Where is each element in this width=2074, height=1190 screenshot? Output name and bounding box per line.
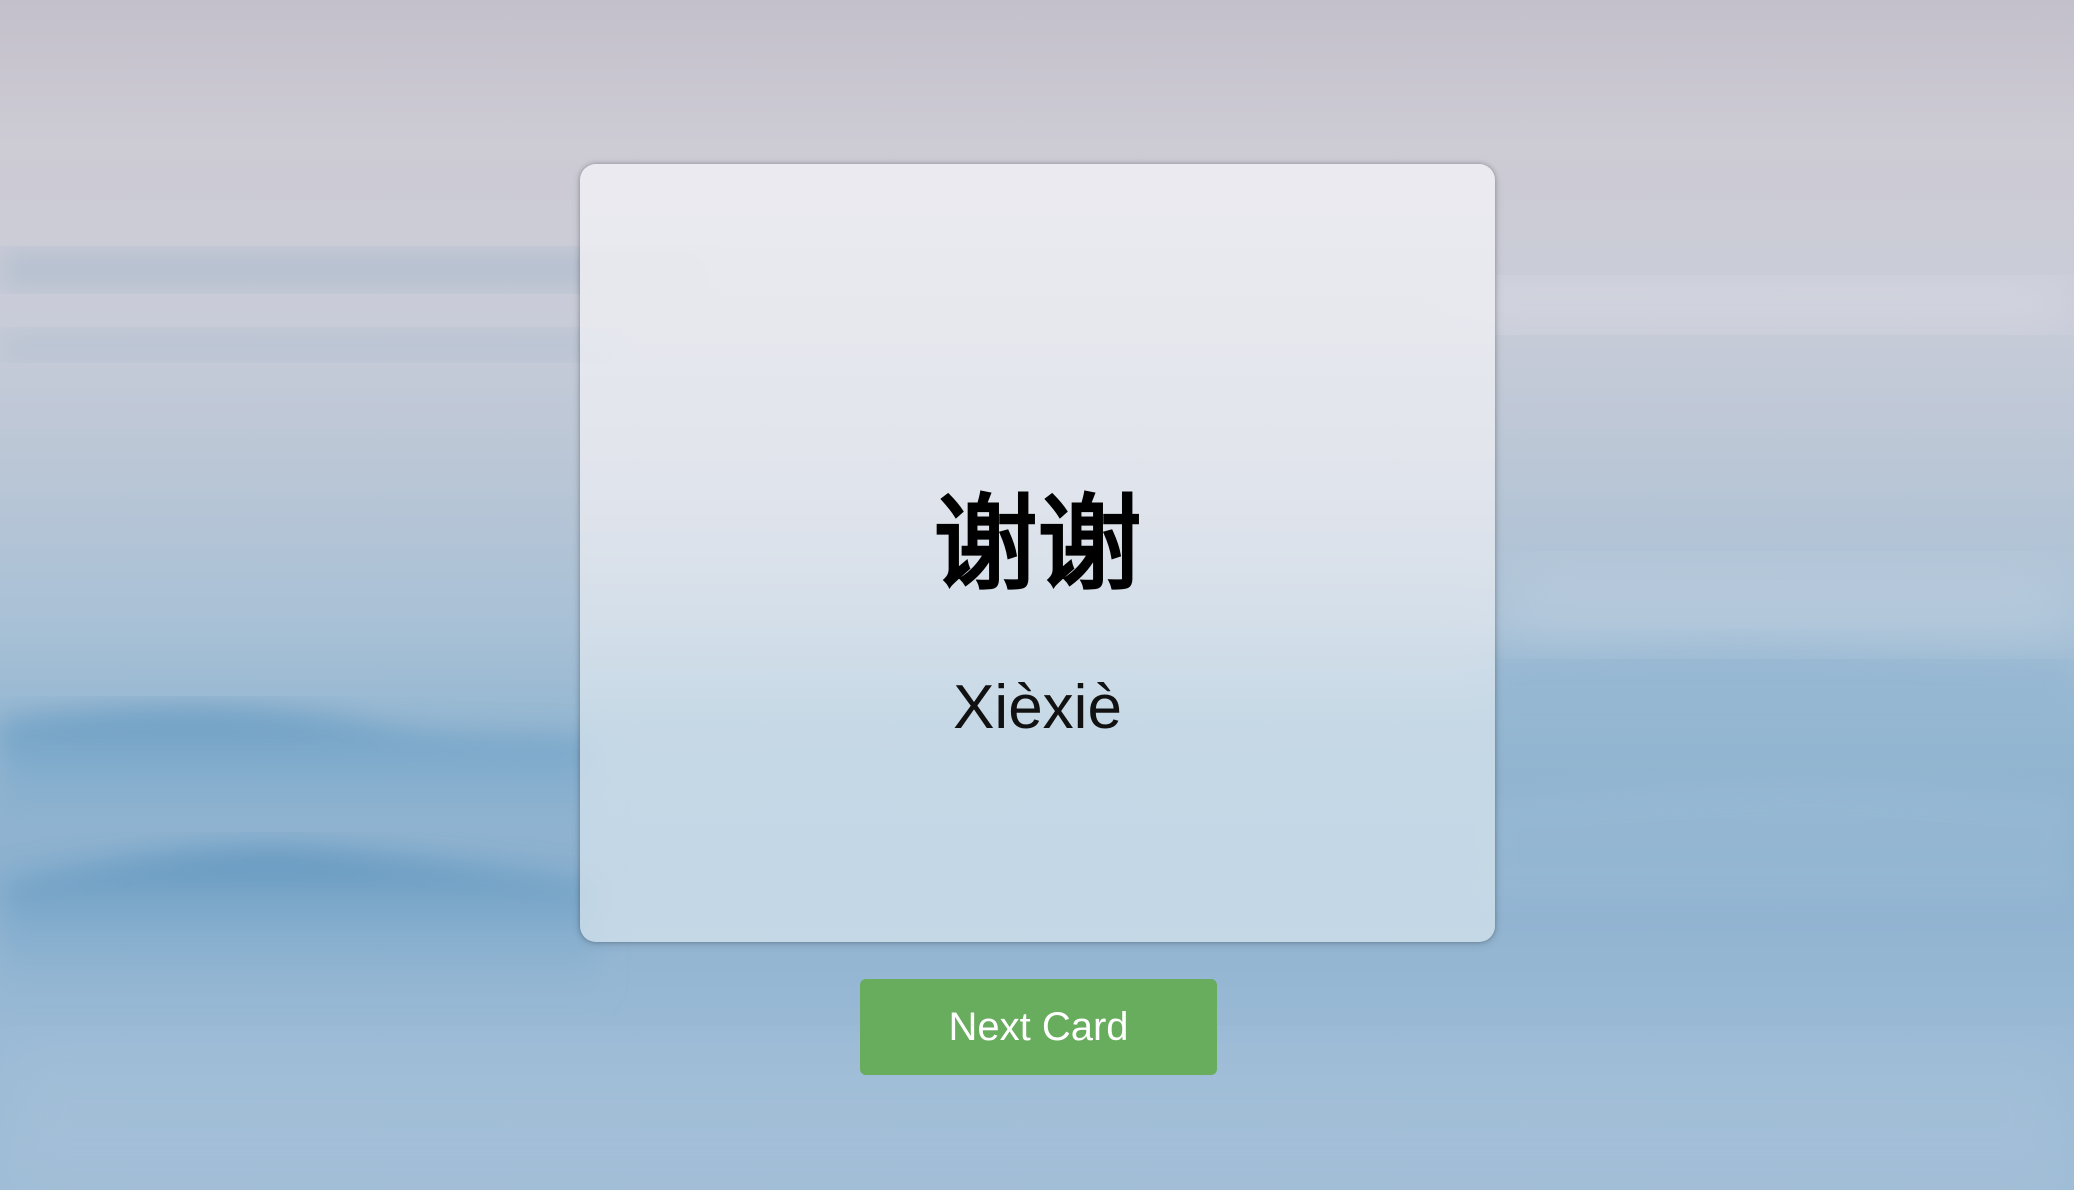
next-card-button[interactable]: Next Card xyxy=(860,979,1217,1075)
flashcard-character: 谢谢 xyxy=(933,483,1142,605)
background-scene: 谢谢 Xièxiè Next Card xyxy=(0,0,2074,1190)
flashcard[interactable]: 谢谢 Xièxiè xyxy=(580,164,1495,942)
flashcard-pinyin: Xièxiè xyxy=(953,673,1122,742)
